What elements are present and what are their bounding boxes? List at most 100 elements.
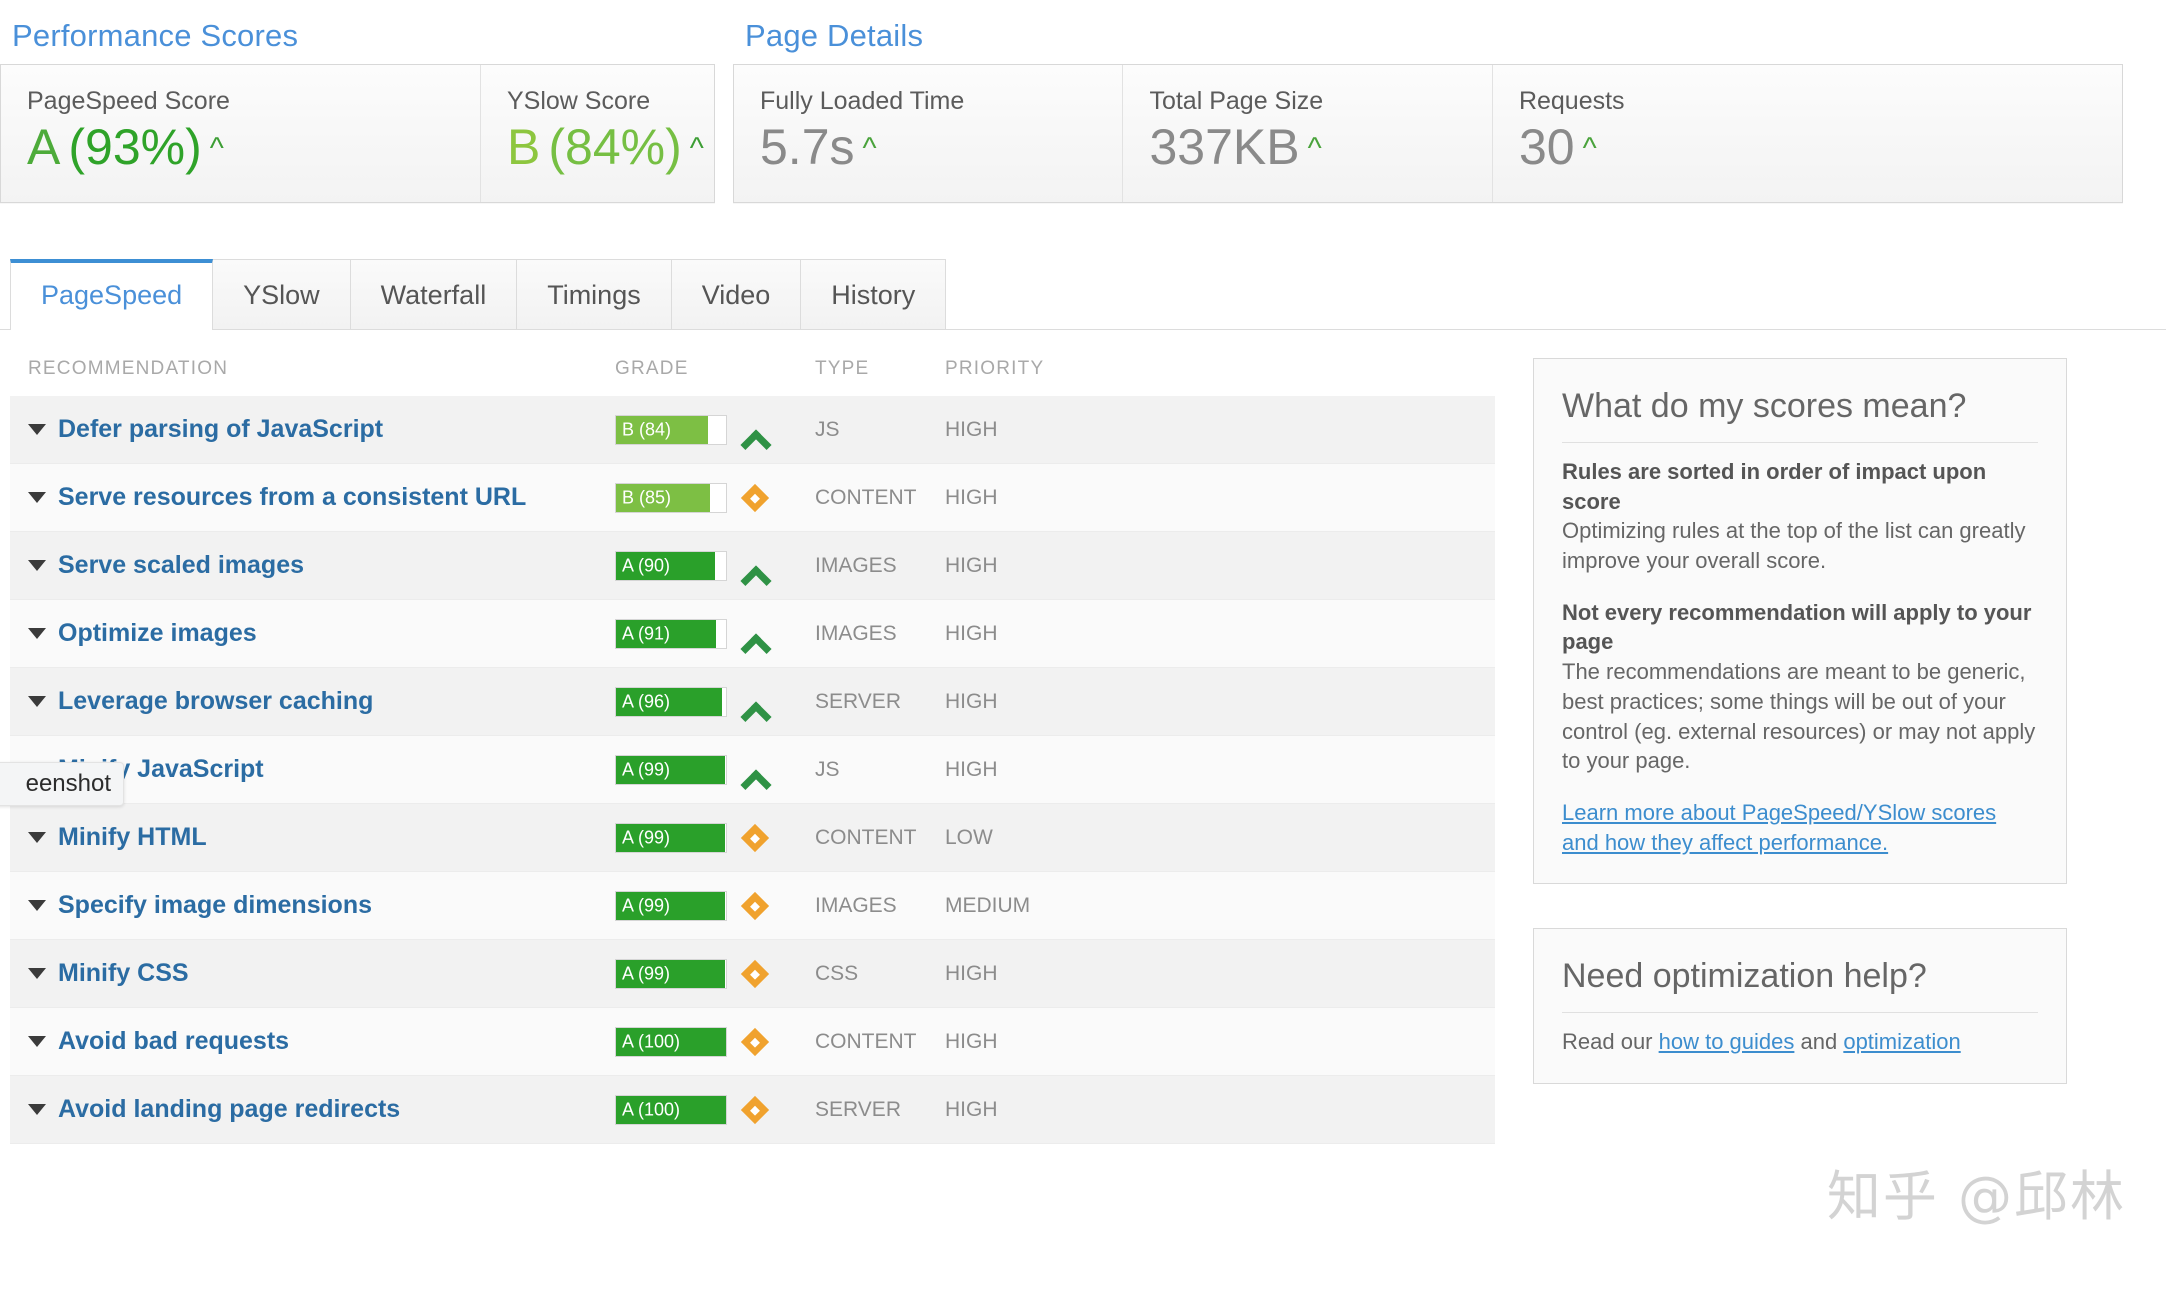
tab-waterfall[interactable]: Waterfall bbox=[349, 259, 518, 329]
triangle-down-icon[interactable] bbox=[28, 900, 46, 911]
header-type: TYPE bbox=[815, 358, 870, 379]
chevron-up-glyph bbox=[740, 564, 772, 597]
tab-bar: PageSpeed YSlow Waterfall Timings Video … bbox=[0, 259, 2184, 330]
tab-timings[interactable]: Timings bbox=[516, 259, 672, 329]
table-row[interactable]: Serve resources from a consistent URL B (… bbox=[10, 464, 1495, 532]
recommendation-cell: Minify HTML bbox=[10, 823, 615, 852]
optimization-help-heading: Need optimization help? bbox=[1562, 957, 2038, 1014]
table-row[interactable]: Avoid bad requests A (100) CONTENT HIGH bbox=[10, 1008, 1495, 1076]
tab-video[interactable]: Video bbox=[670, 259, 802, 329]
recommendation-cell: Specify image dimensions bbox=[10, 891, 615, 920]
table-body: Defer parsing of JavaScript B (84) JS HIGH S… bbox=[10, 396, 1495, 1144]
recommendation-link[interactable]: Leverage browser caching bbox=[58, 687, 373, 716]
triangle-down-icon[interactable] bbox=[28, 1036, 46, 1047]
grade-cell: A (100) bbox=[615, 1026, 815, 1057]
page-details-panel: Page Details Fully Loaded Time 5.7s ^ To… bbox=[733, 18, 2163, 203]
priority-cell: HIGH bbox=[945, 621, 998, 645]
triangle-down-icon[interactable] bbox=[28, 424, 46, 435]
grade-bar: A (99) bbox=[615, 958, 727, 989]
fully-loaded-time-value-row: 5.7s ^ bbox=[760, 122, 1096, 172]
table-row[interactable]: Avoid landing page redirects A (100) SERVE… bbox=[10, 1076, 1495, 1144]
grade-cell: B (84) bbox=[615, 414, 815, 461]
page-details-box: Fully Loaded Time 5.7s ^ Total Page Size… bbox=[733, 64, 2123, 203]
scores-explanation-card: What do my scores mean? Rules are sorted… bbox=[1533, 358, 2067, 885]
grade-cell: A (99) bbox=[615, 822, 815, 853]
recommendation-link[interactable]: Specify image dimensions bbox=[58, 891, 372, 920]
grade-bar-label: A (99) bbox=[622, 895, 671, 915]
type-cell: IMAGES bbox=[815, 553, 897, 577]
recommendation-link[interactable]: Avoid landing page redirects bbox=[58, 1095, 400, 1124]
priority-cell: HIGH bbox=[945, 757, 998, 781]
screenshot-tooltip: eenshot bbox=[0, 762, 124, 806]
tab-pagespeed[interactable]: PageSpeed bbox=[10, 259, 214, 330]
recommendation-link[interactable]: Defer parsing of JavaScript bbox=[58, 415, 383, 444]
grade-bar-label: A (100) bbox=[622, 1031, 681, 1051]
recommendation-link[interactable]: Avoid bad requests bbox=[58, 1027, 289, 1056]
type-cell: JS bbox=[815, 757, 840, 781]
triangle-down-icon[interactable] bbox=[28, 492, 46, 503]
recommendation-link[interactable]: Serve scaled images bbox=[58, 551, 304, 580]
recommendation-link[interactable]: Minify HTML bbox=[58, 823, 207, 852]
triangle-down-icon[interactable] bbox=[28, 696, 46, 707]
total-page-size-card[interactable]: Total Page Size 337KB ^ bbox=[1123, 65, 1493, 202]
table-row[interactable]: Defer parsing of JavaScript B (84) JS HIGH bbox=[10, 396, 1495, 464]
caret-up-icon: ^ bbox=[1582, 132, 1597, 165]
grade-bar-label: A (99) bbox=[622, 827, 671, 847]
tab-history[interactable]: History bbox=[800, 259, 947, 329]
caret-up-icon: ^ bbox=[689, 132, 704, 165]
caret-up-icon: ^ bbox=[209, 132, 224, 165]
yslow-score-card[interactable]: YSlow Score B (84%) ^ bbox=[481, 65, 714, 202]
table-row[interactable]: Serve scaled images A (90) IMAGES HIGH bbox=[10, 532, 1495, 600]
scores-block1-body: Optimizing rules at the top of the list … bbox=[1562, 518, 2026, 574]
yslow-grade-percent: (84%) bbox=[548, 119, 682, 175]
grade-bar-label: B (85) bbox=[622, 487, 672, 507]
tab-yslow[interactable]: YSlow bbox=[212, 259, 351, 329]
table-row[interactable]: Leverage browser caching A (96) SERVER HIGH bbox=[10, 668, 1495, 736]
grade-cell: A (99) bbox=[615, 890, 815, 921]
grade-bar-label: A (91) bbox=[622, 623, 671, 643]
grade-bar: A (91) bbox=[615, 618, 727, 649]
fully-loaded-time-value: 5.7s bbox=[760, 119, 855, 175]
grade-cell: A (99) bbox=[615, 958, 815, 989]
priority-cell: HIGH bbox=[945, 553, 998, 577]
priority-cell: HIGH bbox=[945, 1029, 998, 1053]
help-body-mid: and bbox=[1794, 1029, 1844, 1055]
type-cell: JS bbox=[815, 417, 840, 441]
optimization-help-card: Need optimization help? Read our how to … bbox=[1533, 928, 2067, 1084]
table-row[interactable]: Minify HTML A (99) CONTENT LOW bbox=[10, 804, 1495, 872]
grade-bar-label: A (99) bbox=[622, 963, 671, 983]
fully-loaded-time-card[interactable]: Fully Loaded Time 5.7s ^ bbox=[734, 65, 1124, 202]
optimization-link[interactable]: optimization bbox=[1843, 1029, 1960, 1054]
right-gutter bbox=[2166, 0, 2184, 1290]
triangle-down-icon[interactable] bbox=[28, 1104, 46, 1115]
recommendation-link[interactable]: Optimize images bbox=[58, 619, 257, 648]
triangle-down-icon[interactable] bbox=[28, 560, 46, 571]
triangle-down-icon[interactable] bbox=[28, 832, 46, 843]
recommendations-table: RECOMMENDATION GRADE TYPE PRIORITY Defer… bbox=[0, 330, 1495, 1144]
recommendation-link[interactable]: Minify CSS bbox=[58, 959, 189, 988]
grade-bar: A (100) bbox=[615, 1026, 727, 1057]
grade-bar: B (84) bbox=[615, 414, 727, 445]
scores-explanation-heading: What do my scores mean? bbox=[1562, 387, 2038, 443]
optimization-help-body: Read our how to guides and optimization bbox=[1562, 1027, 2038, 1057]
triangle-down-icon[interactable] bbox=[28, 968, 46, 979]
how-to-guides-link[interactable]: how to guides bbox=[1659, 1029, 1795, 1054]
table-row[interactable]: Minify JavaScript A (99) JS HIGH bbox=[10, 736, 1495, 804]
table-row[interactable]: Optimize images A (91) IMAGES HIGH bbox=[10, 600, 1495, 668]
recommendation-link[interactable]: Serve resources from a consistent URL bbox=[58, 483, 526, 512]
learn-more-link[interactable]: Learn more about PageSpeed/YSlow scores … bbox=[1562, 798, 2038, 857]
priority-cell: HIGH bbox=[945, 689, 998, 713]
table-header-row: RECOMMENDATION GRADE TYPE PRIORITY bbox=[10, 330, 1495, 396]
performance-scores-title: Performance Scores bbox=[12, 18, 299, 53]
grade-cell: A (100) bbox=[615, 1094, 815, 1125]
grade-bar-label: A (99) bbox=[622, 759, 671, 779]
requests-card[interactable]: Requests 30 ^ bbox=[1492, 65, 2122, 202]
total-page-size-label: Total Page Size bbox=[1149, 87, 1324, 115]
grade-cell: A (96) bbox=[615, 686, 815, 733]
table-row[interactable]: Specify image dimensions A (99) IMAGES MEDI… bbox=[10, 872, 1495, 940]
caret-up-icon: ^ bbox=[1307, 132, 1322, 165]
recommendation-cell: Minify CSS bbox=[10, 959, 615, 988]
pagespeed-score-card[interactable]: PageSpeed Score A (93%) ^ bbox=[1, 65, 481, 202]
table-row[interactable]: Minify CSS A (99) CSS HIGH bbox=[10, 940, 1495, 1008]
triangle-down-icon[interactable] bbox=[28, 628, 46, 639]
